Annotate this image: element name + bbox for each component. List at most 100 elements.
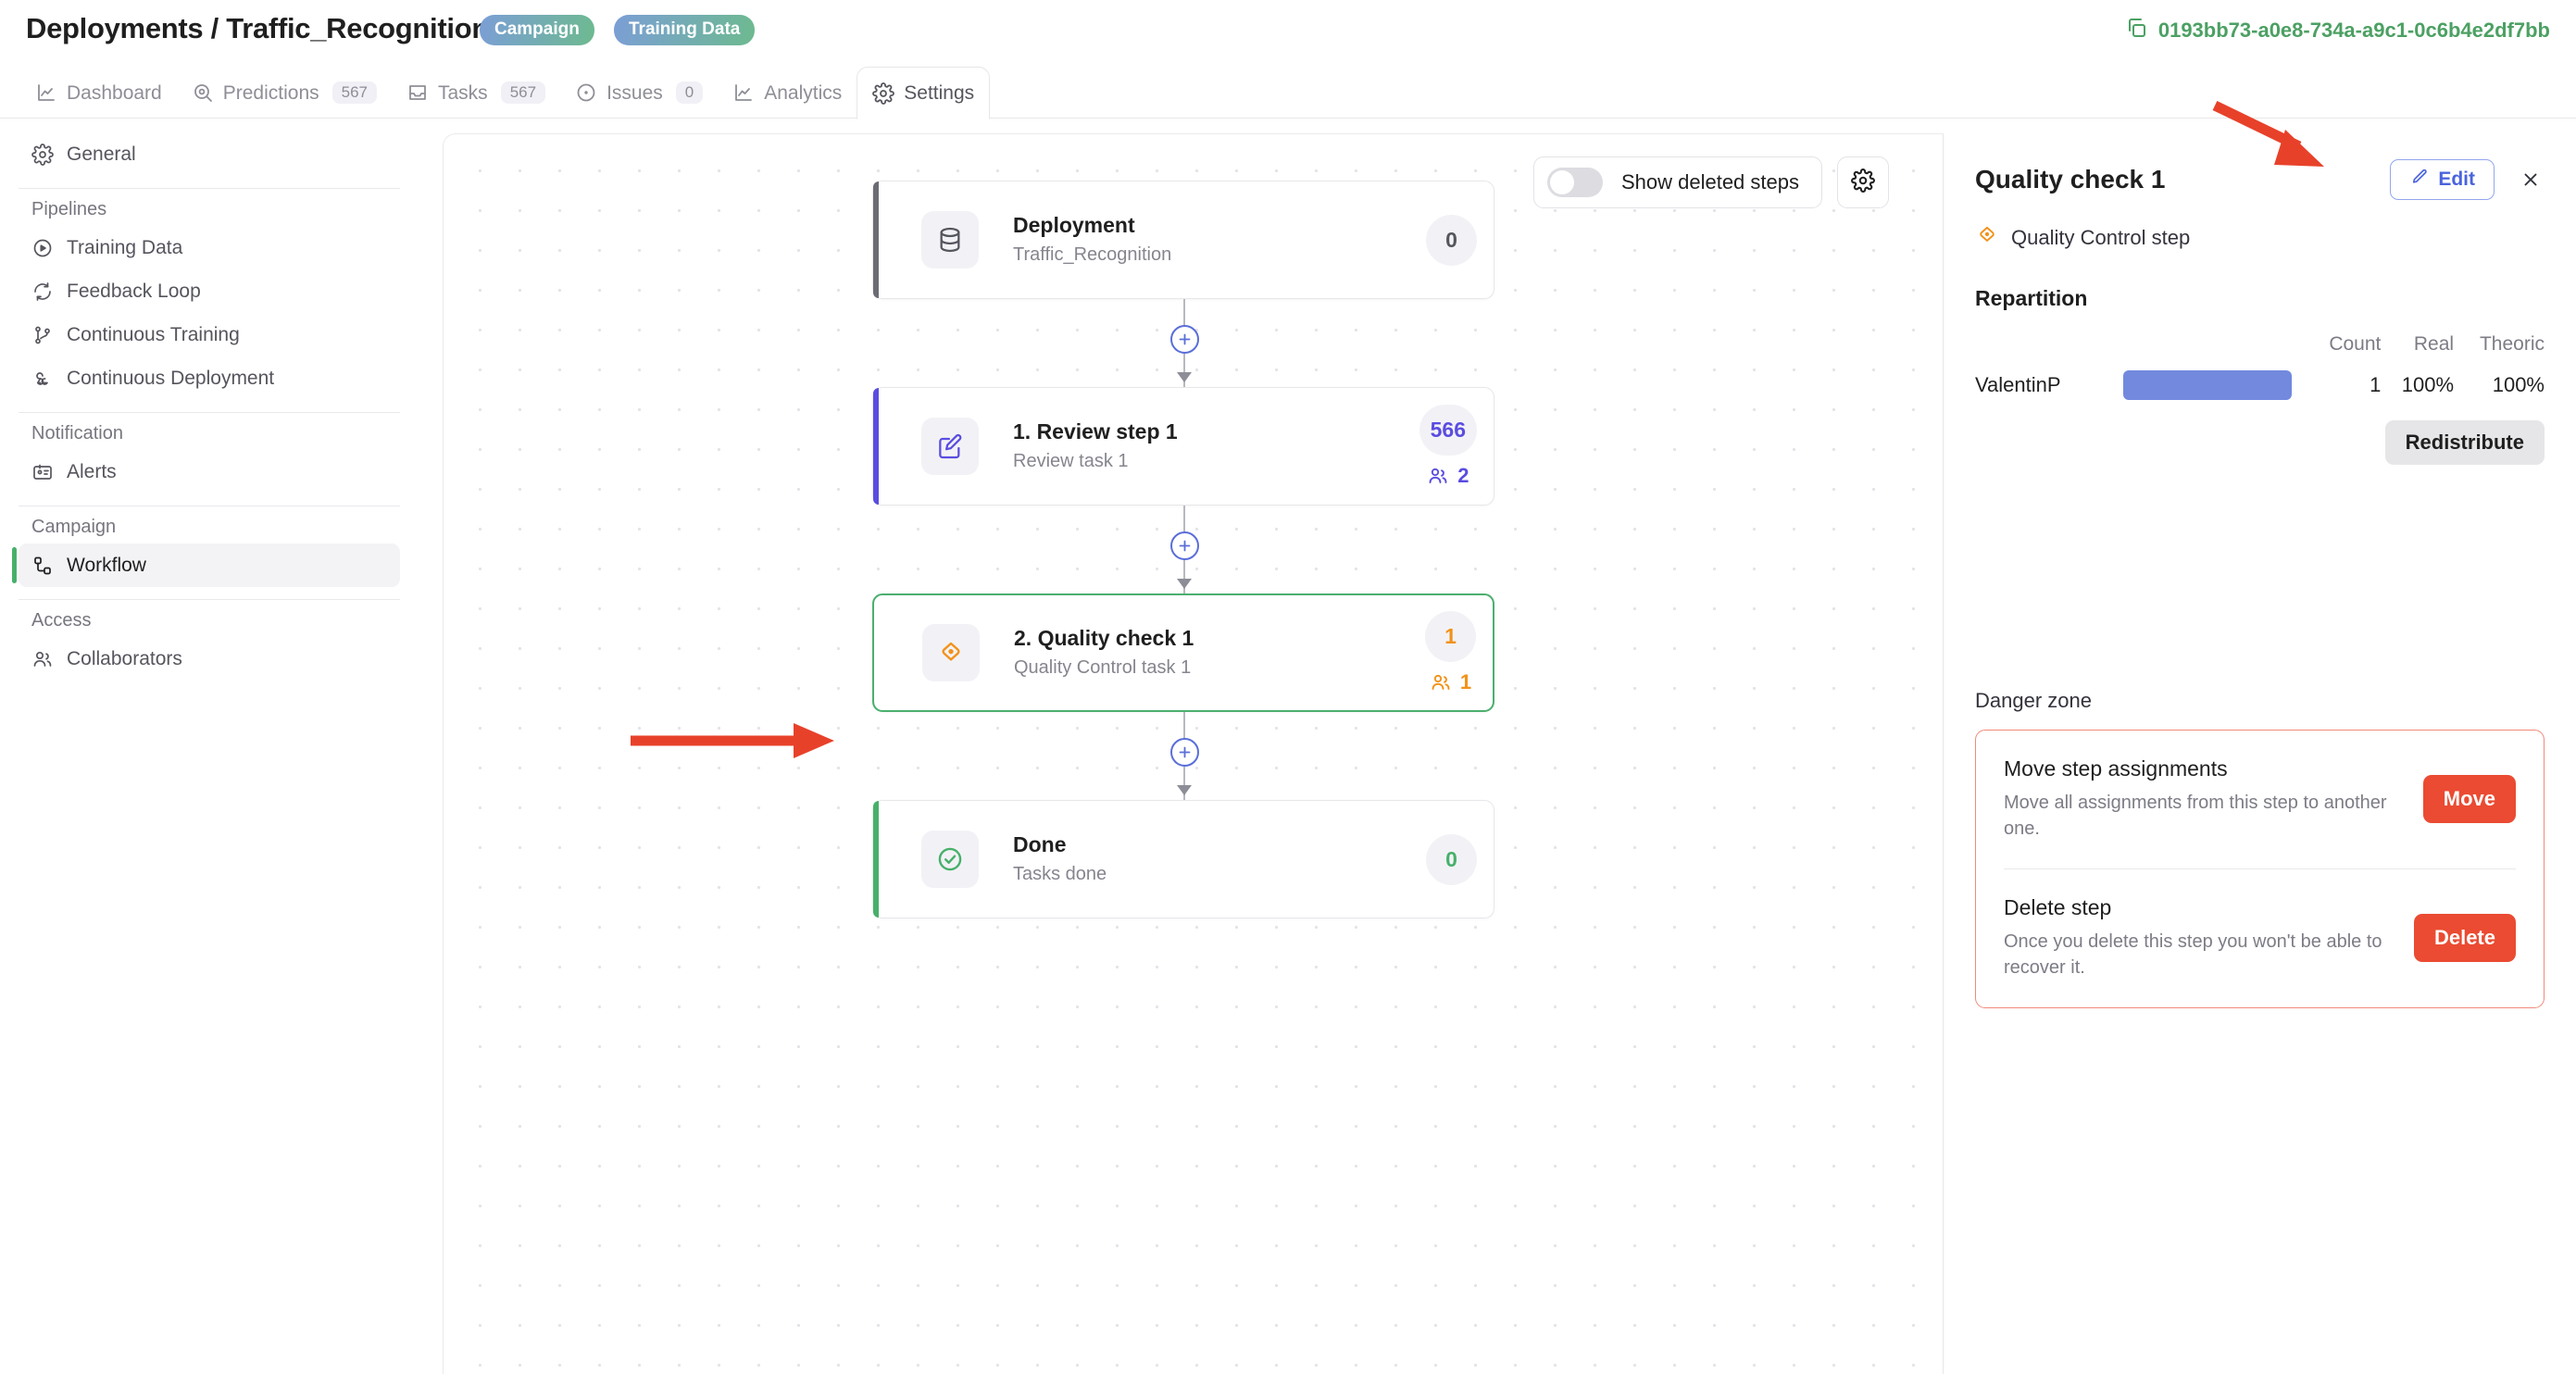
sidebar-group-access: Access [31,610,92,631]
workflow-step-done[interactable]: Done Tasks done 0 [872,800,1494,918]
danger-item-text: Delete step Once you delete this step yo… [2004,895,2414,981]
dot-circle-icon [575,81,597,104]
sidebar-item-training-data[interactable]: Training Data [19,226,400,269]
gear-icon [872,81,895,105]
tab-label: Tasks [438,81,488,104]
danger-item-move: Move step assignments Move all assignmen… [2004,731,2516,868]
redistribute-button[interactable]: Redistribute [2384,420,2545,465]
tab-tasks[interactable]: Tasks 567 [392,67,560,119]
tab-label: Issues [606,81,663,104]
add-step-button[interactable] [1170,738,1199,767]
add-step-button[interactable] [1170,531,1199,560]
chart-line-icon [35,81,57,104]
toggle-label: Show deleted steps [1620,170,1799,194]
step-title: Deployment [1013,213,1135,238]
pencil-square-icon [921,418,979,475]
step-accent-bar [873,388,879,505]
toggle-knob [1549,170,1574,194]
deployment-id[interactable]: 0193bb73-a0e8-734a-a9c1-0c6b4e2df7bb [2125,17,2550,44]
workflow-canvas[interactable]: Show deleted steps Deployment Traffic_Re… [443,133,1943,1374]
step-connector [872,712,1494,800]
sidebar-item-label: Continuous Deployment [67,367,275,389]
step-type-row: Quality Control step [1975,223,2545,253]
copy-icon[interactable] [2125,17,2147,44]
users-icon [31,648,54,670]
move-button[interactable]: Move [2422,775,2516,824]
redistribute-row: Redistribute [1975,420,2545,465]
repartition-title: Repartition [1975,286,2088,310]
tab-issues[interactable]: Issues 0 [560,67,718,119]
deployment-id-text: 0193bb73-a0e8-734a-a9c1-0c6b4e2df7bb [2157,19,2550,42]
danger-zone-box: Move step assignments Move all assignmen… [1975,730,2545,1008]
sidebar-item-label: Alerts [67,460,117,482]
row-real: 100% [2401,373,2455,396]
row-count: 1 [2370,373,2382,396]
row-theoric: 100% [2492,373,2545,396]
toggle-switch[interactable] [1546,168,1603,197]
tab-dashboard[interactable]: Dashboard [20,67,177,119]
badge-training-data: Training Data [614,15,756,45]
connector-arrowhead [1177,785,1192,795]
tab-badge: 567 [331,81,377,104]
sidebar-item-feedback-loop[interactable]: Feedback Loop [19,269,400,313]
sidebar-group-pipelines: Pipelines [31,199,107,219]
connector-arrowhead [1177,372,1192,382]
danger-item-delete: Delete step Once you delete this step yo… [2004,868,2516,1007]
badge-campaign: Campaign [480,15,594,45]
step-metrics: 0 [1426,181,1477,298]
chart-line-icon [732,81,755,104]
close-icon[interactable] [2517,166,2545,194]
column-count: Count [2329,333,2382,355]
row-bar-cell [2114,365,2308,400]
sidebar-divider [19,188,400,189]
show-deleted-steps-toggle[interactable]: Show deleted steps [1532,156,1822,208]
sidebar-item-continuous-training[interactable]: Continuous Training [19,313,400,356]
sidebar-item-workflow[interactable]: Workflow [12,543,400,587]
step-subtitle: Tasks done [1013,863,1107,884]
step-metrics: 566 2 [1419,388,1477,505]
tab-bar: Dashboard Predictions 567 Tasks 567 Issu… [0,67,2576,119]
workflow-icon [31,555,54,577]
repartition-bar [2123,370,2292,400]
database-icon [921,211,979,269]
tab-badge: 567 [500,81,546,104]
step-count-badge: 1 [1425,611,1476,662]
canvas-settings-button[interactable] [1837,156,1889,208]
sidebar-item-continuous-deployment[interactable]: Continuous Deployment [19,356,400,400]
step-metrics: 1 1 [1425,595,1476,710]
sidebar-item-collaborators[interactable]: Collaborators [19,637,400,681]
step-count-badge: 566 [1419,405,1477,456]
sidebar-item-label: Continuous Training [67,323,240,345]
step-subtitle: Traffic_Recognition [1013,244,1172,265]
sidebar-item-general[interactable]: General [19,132,400,176]
add-step-button[interactable] [1170,325,1199,354]
step-subtitle: Review task 1 [1013,450,1129,471]
tab-settings[interactable]: Settings [857,67,991,119]
step-accent-bar [873,801,879,918]
settings-sidebar: General Pipelines Training Data Feedback… [0,119,419,1374]
step-assignees: 1 [1430,670,1471,694]
users-icon [1427,465,1449,487]
danger-item-title: Delete step [2004,894,2112,919]
tab-badge: 0 [675,81,704,104]
workflow-step-quality-check-1[interactable]: 2. Quality check 1 Quality Control task … [872,593,1494,712]
connector-arrowhead [1177,579,1192,589]
eye-diamond-icon [922,624,980,681]
sidebar-item-label: Training Data [67,236,183,258]
column-name [1975,333,2114,365]
panel-header: Quality check 1 Edit [1975,159,2545,200]
delete-button[interactable]: Delete [2413,914,2516,963]
workflow-step-review-1[interactable]: 1. Review step 1 Review task 1 566 2 [872,387,1494,506]
tab-label: Predictions [222,81,319,104]
sidebar-item-alerts[interactable]: Alerts [19,450,400,493]
tab-analytics[interactable]: Analytics [718,67,857,119]
danger-zone-label: Danger zone [1975,689,2092,712]
edit-button-label: Edit [2438,169,2475,190]
tab-predictions[interactable]: Predictions 567 [177,67,392,119]
edit-button[interactable]: Edit [2390,159,2495,200]
sidebar-item-label: Feedback Loop [67,280,201,302]
step-text: 2. Quality check 1 Quality Control task … [1014,625,1194,681]
workflow-step-deployment[interactable]: Deployment Traffic_Recognition 0 [872,181,1494,299]
column-real: Real [2413,333,2455,355]
pencil-icon [2409,168,2429,193]
